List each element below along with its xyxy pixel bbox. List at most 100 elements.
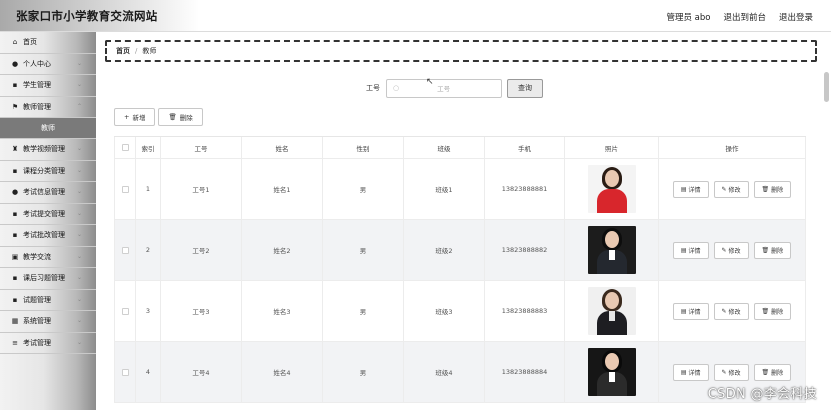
- edit-button[interactable]: ✎ 修改: [713, 363, 749, 381]
- cell-id: 工号3: [161, 281, 242, 341]
- cell-phone: 13823888882: [485, 220, 565, 280]
- cell-photo: [565, 281, 659, 341]
- sidebar: ⌂ 首页 ● 个人中心 ⌄ ▪ 学生管理 ⌄ ⚑ 教师管理 ⌃ 教师 ♜ 教学视…: [0, 32, 96, 410]
- document-icon: ▤: [680, 246, 687, 254]
- edit-button[interactable]: ✎ 修改: [713, 241, 749, 259]
- row-select[interactable]: [114, 281, 136, 341]
- check-icon: ▣: [11, 252, 19, 261]
- sidebar-item-label: 首页: [23, 38, 37, 47]
- trash-icon: 🗑: [761, 185, 770, 193]
- row-select[interactable]: [114, 342, 136, 402]
- batch-delete-button[interactable]: 🗑 删除: [158, 108, 203, 126]
- table-row: 2 工号2 姓名2 男 班级2 13823888882 ▤详情 ✎修改 �: [114, 220, 806, 281]
- delete-button[interactable]: 🗑 删除: [753, 302, 792, 320]
- sidebar-item-label: 考试信息管理: [23, 188, 65, 197]
- exit-front-link[interactable]: 退出到前台: [723, 11, 766, 23]
- detail-button[interactable]: ▤ 详情: [672, 241, 709, 259]
- delete-label: 删除: [771, 308, 784, 316]
- delete-button[interactable]: 🗑 删除: [753, 241, 792, 259]
- grid-icon: ▪: [12, 166, 18, 175]
- search-placeholder: 工号: [437, 85, 451, 93]
- delete-label: 删除: [771, 369, 784, 377]
- pin-icon: ●: [11, 188, 19, 197]
- sidebar-item-students[interactable]: ▪ 学生管理 ⌄: [0, 75, 96, 97]
- row-select[interactable]: [114, 159, 136, 219]
- delete-button[interactable]: 🗑 删除: [753, 363, 792, 381]
- sidebar-subitem-teacher[interactable]: 教师: [0, 118, 96, 139]
- sidebar-item-exam-info[interactable]: ● 考试信息管理 ⌄: [0, 182, 96, 204]
- breadcrumb-home[interactable]: 首页: [116, 46, 130, 56]
- site-title: 张家口市小学教育交流网站: [16, 9, 158, 23]
- detail-button[interactable]: ▤ 详情: [672, 363, 709, 381]
- user-icon: ●: [11, 59, 19, 68]
- checkbox[interactable]: [121, 185, 129, 193]
- top-header: 张家口市小学教育交流网站 管理员 abo 退出到前台 退出登录: [0, 0, 831, 32]
- cell-photo: [565, 342, 659, 402]
- cell-class: 班级3: [404, 281, 485, 341]
- sidebar-item-label: 教学视频管理: [23, 145, 65, 154]
- cell-photo: [565, 220, 659, 280]
- pencil-icon: ✎: [721, 307, 727, 315]
- table-header-row: 索引 工号 姓名 性别 班级 手机 照片 操作: [114, 137, 806, 159]
- checkbox[interactable]: [121, 246, 129, 254]
- admin-label: 管理员 abo: [666, 13, 711, 23]
- document-icon: ▤: [680, 185, 687, 193]
- delete-button[interactable]: 🗑 删除: [753, 180, 792, 198]
- search-input[interactable]: ○ 工号: [386, 78, 502, 98]
- edit-label: 修改: [728, 308, 741, 316]
- edit-label: 修改: [728, 186, 741, 194]
- delete-button-label: 删除: [179, 114, 193, 122]
- chevron-down-icon: ⌄: [76, 81, 82, 88]
- chevron-down-icon: ⌄: [76, 166, 82, 174]
- trophy-icon: ♜: [11, 145, 19, 154]
- cell-name: 姓名2: [242, 220, 323, 280]
- mouse-cursor-icon: ↖: [426, 77, 434, 87]
- sidebar-item-profile[interactable]: ● 个人中心 ⌄: [0, 54, 96, 75]
- cell-gender: 男: [323, 281, 404, 341]
- sidebar-item-videos[interactable]: ♜ 教学视频管理 ⌄: [0, 139, 96, 161]
- sidebar-item-course-category[interactable]: ▪ 课程分类管理 ⌄: [0, 161, 96, 182]
- detail-button[interactable]: ▤ 详情: [672, 180, 709, 198]
- sidebar-item-teachers[interactable]: ⚑ 教师管理 ⌃: [0, 97, 96, 118]
- add-button[interactable]: + 新增: [114, 108, 156, 126]
- scrollbar[interactable]: [824, 72, 829, 102]
- cell-phone: 13823888883: [485, 281, 565, 341]
- sidebar-item-exam-manage[interactable]: ≡ 考试管理 ⌄: [0, 333, 96, 354]
- cell-gender: 男: [323, 159, 404, 219]
- grid-icon: ▪: [12, 274, 18, 283]
- teacher-photo: [587, 165, 636, 213]
- logout-link[interactable]: 退出登录: [779, 11, 813, 23]
- chevron-down-icon: ⌄: [76, 338, 82, 346]
- sidebar-item-exam-grading[interactable]: ▪ 考试批改管理 ⌄: [0, 225, 96, 247]
- sidebar-item-label: 教学交流: [23, 252, 51, 261]
- edit-button[interactable]: ✎ 修改: [713, 180, 749, 198]
- cell-gender: 男: [323, 220, 404, 280]
- pencil-icon: ✎: [721, 246, 727, 254]
- edit-label: 修改: [728, 369, 741, 377]
- sidebar-item-label: 试题管理: [23, 295, 51, 304]
- action-bar: + 新增 🗑 删除: [114, 108, 203, 126]
- edit-button[interactable]: ✎ 修改: [713, 302, 749, 320]
- checkbox[interactable]: [121, 144, 129, 151]
- sidebar-item-label: 课后习题管理: [23, 274, 65, 283]
- sidebar-item-home[interactable]: ⌂ 首页: [0, 32, 96, 54]
- detail-button[interactable]: ▤ 详情: [672, 302, 709, 320]
- header-select-all[interactable]: [114, 137, 136, 158]
- row-select[interactable]: [114, 220, 136, 280]
- cell-id: 工号4: [161, 342, 242, 402]
- search-button[interactable]: 查询: [507, 78, 543, 98]
- watermark: CSDN @李会科技: [707, 387, 817, 402]
- checkbox[interactable]: [121, 368, 129, 376]
- sidebar-item-questions[interactable]: ▪ 试题管理 ⌄: [0, 290, 96, 311]
- header-links: 管理员 abo 退出到前台 退出登录: [666, 11, 813, 23]
- sidebar-item-homework[interactable]: ▪ 课后习题管理 ⌄: [0, 268, 96, 290]
- trash-icon: 🗑: [168, 113, 177, 121]
- sidebar-item-teaching-exchange[interactable]: ▣ 教学交流 ⌄: [0, 247, 96, 268]
- sidebar-item-system[interactable]: ▦ 系统管理 ⌄: [0, 311, 96, 333]
- column-header: 姓名: [242, 137, 323, 158]
- sidebar-item-exam-submit[interactable]: ▪ 考试提交管理 ⌄: [0, 204, 96, 225]
- cell-actions: ▤ 详情 ✎ 修改 🗑 删除: [659, 159, 806, 219]
- table-row: 3 工号3 姓名3 男 班级3 13823888883 ▤详情 ✎修改 �: [114, 281, 806, 342]
- checkbox[interactable]: [121, 307, 129, 315]
- cell-gender: 男: [323, 342, 404, 402]
